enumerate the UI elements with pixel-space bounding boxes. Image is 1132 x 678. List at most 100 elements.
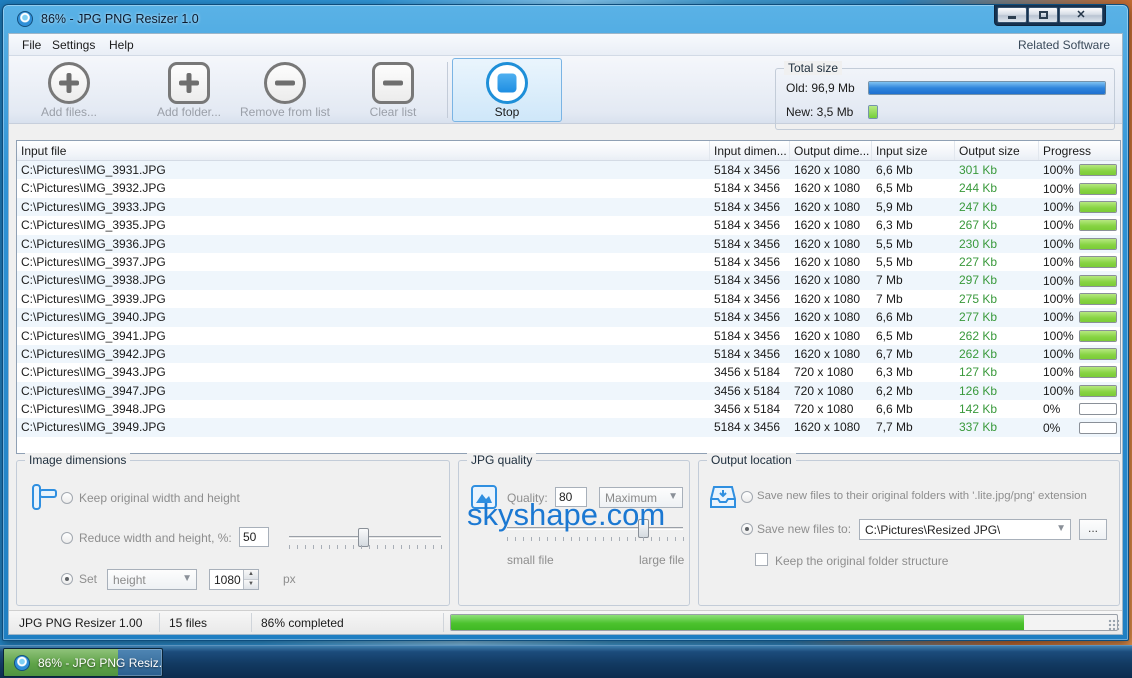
spin-down-icon[interactable]: ▼ (244, 580, 258, 589)
column-progress[interactable]: Progress (1039, 141, 1119, 160)
table-row[interactable]: C:\Pictures\IMG_3935.JPG5184 x 34561620 … (17, 216, 1120, 234)
table-row[interactable]: C:\Pictures\IMG_3937.JPG5184 x 34561620 … (17, 253, 1120, 271)
table-row[interactable]: C:\Pictures\IMG_3941.JPG5184 x 34561620 … (17, 327, 1120, 345)
set-dimension-select[interactable]: height▼ (107, 569, 197, 590)
cell-input-dimensions: 3456 x 5184 (710, 382, 790, 400)
menu-help[interactable]: Help (109, 38, 134, 52)
cell-progress: 100% (1039, 308, 1119, 326)
cell-output-size: 142 Kb (955, 400, 1039, 418)
cell-input-size: 6,3 Mb (872, 363, 955, 381)
cell-input-size: 7,7 Mb (872, 418, 955, 436)
output-location-title: Output location (707, 453, 796, 467)
clear-list-button[interactable]: Clear list (343, 59, 443, 121)
save-to-radio[interactable] (741, 523, 753, 535)
cell-input-file: C:\Pictures\IMG_3931.JPG (17, 161, 710, 179)
remove-from-list-button[interactable]: Remove from list (235, 59, 335, 121)
close-button[interactable]: ✕ (1059, 7, 1103, 23)
new-size-label: New: 3,5 Mb (786, 105, 853, 119)
cell-progress: 100% (1039, 345, 1119, 363)
cell-input-file: C:\Pictures\IMG_3949.JPG (17, 418, 710, 436)
reduce-percent-radio[interactable] (61, 532, 73, 544)
add-files-button[interactable]: Add files... (19, 59, 119, 121)
table-row[interactable]: C:\Pictures\IMG_3942.JPG5184 x 34561620 … (17, 345, 1120, 363)
row-progress-bar (1079, 311, 1117, 323)
title-bar[interactable]: 86% - JPG PNG Resizer 1.0 ✕ (3, 5, 1128, 33)
px-label: px (283, 572, 296, 586)
add-folder-label: Add folder... (139, 105, 239, 119)
cell-progress: 0% (1039, 400, 1119, 418)
stop-button[interactable]: Stop (457, 59, 557, 121)
minimize-icon (1008, 16, 1016, 19)
cell-progress: 100% (1039, 253, 1119, 271)
cell-output-dimensions: 1620 x 1080 (790, 327, 872, 345)
add-files-icon (48, 62, 90, 104)
cell-input-size: 5,5 Mb (872, 235, 955, 253)
save-path-combo[interactable]: C:\Pictures\Resized JPG\▼ (859, 519, 1071, 540)
maximize-button[interactable] (1028, 7, 1058, 23)
menu-settings[interactable]: Settings (52, 38, 95, 52)
taskbar-app-label: 86% - JPG PNG Resiz... (38, 656, 163, 670)
table-row[interactable]: C:\Pictures\IMG_3940.JPG5184 x 34561620 … (17, 308, 1120, 326)
keep-original-radio[interactable] (61, 492, 73, 504)
row-progress-bar (1079, 219, 1117, 231)
keep-folder-structure-checkbox[interactable] (755, 553, 768, 566)
column-input-size[interactable]: Input size (872, 141, 955, 160)
set-dimension-radio[interactable] (61, 573, 73, 585)
column-input-file[interactable]: Input file (17, 141, 710, 160)
taskbar-app-button[interactable]: 86% - JPG PNG Resiz... (3, 648, 163, 677)
spin-up-icon[interactable]: ▲ (244, 570, 258, 580)
cell-input-dimensions: 5184 x 3456 (710, 308, 790, 326)
cell-input-dimensions: 5184 x 3456 (710, 271, 790, 289)
cell-output-dimensions: 720 x 1080 (790, 382, 872, 400)
column-input-dimensions[interactable]: Input dimen... (710, 141, 790, 160)
resize-grip[interactable] (1108, 619, 1120, 631)
reduce-slider-ticks (289, 545, 443, 549)
table-row[interactable]: C:\Pictures\IMG_3931.JPG5184 x 34561620 … (17, 161, 1120, 179)
table-row[interactable]: C:\Pictures\IMG_3938.JPG5184 x 34561620 … (17, 271, 1120, 289)
cell-input-dimensions: 3456 x 5184 (710, 363, 790, 381)
table-row[interactable]: C:\Pictures\IMG_3949.JPG5184 x 34561620 … (17, 418, 1120, 436)
cell-input-size: 7 Mb (872, 271, 955, 289)
status-bar: JPG PNG Resizer 1.00 15 files 86% comple… (9, 610, 1122, 634)
browse-button[interactable]: ... (1079, 519, 1107, 540)
cell-progress: 100% (1039, 290, 1119, 308)
clear-list-label: Clear list (343, 105, 443, 119)
menu-related-software[interactable]: Related Software (1018, 38, 1110, 52)
table-row[interactable]: C:\Pictures\IMG_3939.JPG5184 x 34561620 … (17, 290, 1120, 308)
set-value-spinner[interactable]: 1080 ▲▼ (209, 569, 259, 590)
menu-bar: File Settings Help Related Software (9, 34, 1122, 56)
file-table-body: C:\Pictures\IMG_3931.JPG5184 x 34561620 … (17, 161, 1120, 437)
cell-input-size: 6,5 Mb (872, 179, 955, 197)
column-output-dimensions[interactable]: Output dime... (790, 141, 872, 160)
cell-output-size: 267 Kb (955, 216, 1039, 234)
taskbar: 86% - JPG PNG Resiz... (0, 645, 1132, 678)
clear-list-icon (372, 62, 414, 104)
remove-from-list-label: Remove from list (235, 105, 335, 119)
save-original-folders-radio[interactable] (741, 491, 753, 503)
cell-input-file: C:\Pictures\IMG_3932.JPG (17, 179, 710, 197)
cell-progress: 100% (1039, 327, 1119, 345)
chevron-down-icon: ▼ (668, 491, 678, 502)
cell-input-file: C:\Pictures\IMG_3939.JPG (17, 290, 710, 308)
table-row[interactable]: C:\Pictures\IMG_3947.JPG3456 x 5184720 x… (17, 382, 1120, 400)
table-row[interactable]: C:\Pictures\IMG_3933.JPG5184 x 34561620 … (17, 198, 1120, 216)
minimize-button[interactable] (997, 7, 1027, 23)
column-output-size[interactable]: Output size (955, 141, 1039, 160)
add-folder-button[interactable]: Add folder... (139, 59, 239, 121)
cell-output-size: 127 Kb (955, 363, 1039, 381)
menu-file[interactable]: File (22, 38, 41, 52)
cell-output-size: 126 Kb (955, 382, 1039, 400)
table-row[interactable]: C:\Pictures\IMG_3936.JPG5184 x 34561620 … (17, 235, 1120, 253)
jpg-quality-title: JPG quality (467, 453, 536, 467)
close-icon: ✕ (1076, 10, 1085, 21)
reduce-percent-input[interactable] (239, 527, 269, 547)
cell-input-file: C:\Pictures\IMG_3941.JPG (17, 327, 710, 345)
reduce-slider-track[interactable] (289, 536, 441, 539)
toolbar: Add files... Add folder... Remove from l… (9, 56, 1122, 124)
table-row[interactable]: C:\Pictures\IMG_3932.JPG5184 x 34561620 … (17, 179, 1120, 197)
cell-input-file: C:\Pictures\IMG_3937.JPG (17, 253, 710, 271)
table-row[interactable]: C:\Pictures\IMG_3943.JPG3456 x 5184720 x… (17, 363, 1120, 381)
stop-icon (486, 62, 528, 104)
table-row[interactable]: C:\Pictures\IMG_3948.JPG3456 x 5184720 x… (17, 400, 1120, 418)
window-controls: ✕ (994, 5, 1106, 26)
